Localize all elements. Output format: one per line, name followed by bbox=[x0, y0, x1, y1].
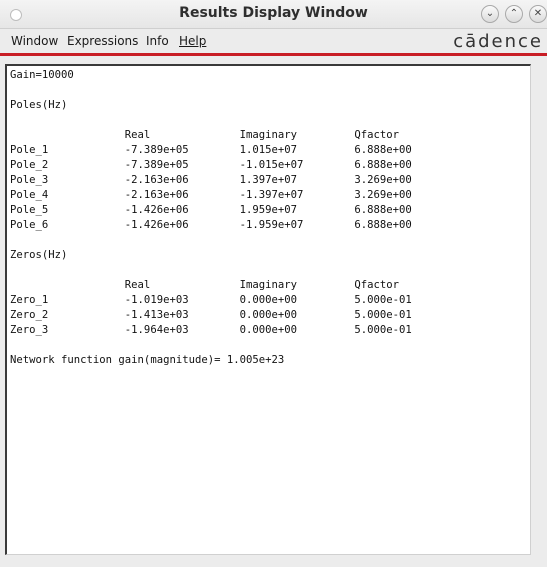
pole-row: Pole_6 -1.426e+06 -1.959e+07 6.888e+00 bbox=[10, 219, 412, 231]
results-text: Gain=10000 Poles(Hz) Real Imaginary Qfac… bbox=[7, 66, 530, 368]
menu-window[interactable]: Window bbox=[11, 34, 58, 48]
pole-row: Pole_2 -7.389e+05 -1.015e+07 6.888e+00 bbox=[10, 159, 412, 171]
close-button[interactable]: ✕ bbox=[529, 5, 547, 23]
menu-expressions[interactable]: Expressions bbox=[67, 34, 138, 48]
pole-row: Pole_5 -1.426e+06 1.959e+07 6.888e+00 bbox=[10, 204, 412, 216]
menu-info[interactable]: Info bbox=[146, 34, 169, 48]
title-bar[interactable]: Results Display Window ⌄ ⌃ ✕ bbox=[0, 0, 547, 29]
window-title: Results Display Window bbox=[179, 5, 368, 21]
results-panel[interactable]: Gain=10000 Poles(Hz) Real Imaginary Qfac… bbox=[5, 64, 531, 555]
poles-header: Poles(Hz) bbox=[10, 99, 68, 111]
minimize-button[interactable]: ⌄ bbox=[481, 5, 499, 23]
pole-row: Pole_3 -2.163e+06 1.397e+07 3.269e+00 bbox=[10, 174, 412, 186]
maximize-button[interactable]: ⌃ bbox=[505, 5, 523, 23]
pole-row: Pole_4 -2.163e+06 -1.397e+07 3.269e+00 bbox=[10, 189, 412, 201]
menu-bar: Window Expressions Info Help cādence bbox=[0, 29, 547, 53]
zero-row: Zero_2 -1.413e+03 0.000e+00 5.000e-01 bbox=[10, 309, 412, 321]
poles-column-header: Real Imaginary Qfactor bbox=[124, 129, 400, 141]
cadence-logo: cādence bbox=[453, 31, 543, 52]
zero-row: Zero_3 -1.964e+03 0.000e+00 5.000e-01 bbox=[10, 324, 412, 336]
zeros-column-header: Real Imaginary Qfactor bbox=[124, 279, 400, 291]
vertical-scrollbar[interactable] bbox=[533, 64, 545, 555]
gain-line: Gain=10000 bbox=[10, 69, 74, 81]
pole-row: Pole_1 -7.389e+05 1.015e+07 6.888e+00 bbox=[10, 144, 412, 156]
menu-help[interactable]: Help bbox=[179, 34, 206, 48]
brand-accent-line bbox=[0, 53, 547, 56]
network-gain-line: Network function gain(magnitude)= 1.005e… bbox=[10, 354, 285, 366]
zeros-header: Zeros(Hz) bbox=[10, 249, 68, 261]
zero-row: Zero_1 -1.019e+03 0.000e+00 5.000e-01 bbox=[10, 294, 412, 306]
